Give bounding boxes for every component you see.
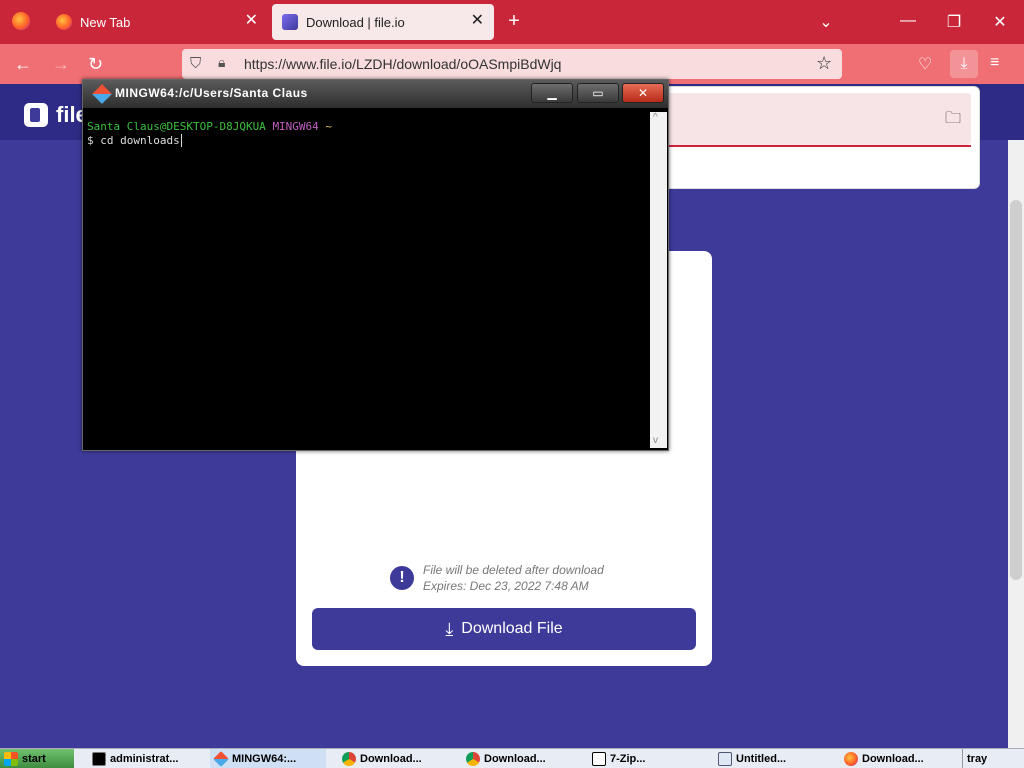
menu-icon[interactable]: ≡ [990,54,1010,74]
cmd-icon [92,752,106,766]
start-label: start [22,753,46,765]
firefox-icon [844,752,858,766]
downloads-icon[interactable]: ⤓ [950,50,978,78]
scroll-down-icon[interactable]: v [653,435,658,446]
terminal-command-line[interactable]: $ cd downloads [87,134,332,148]
forward-icon[interactable]: → [52,54,72,74]
close-tab-icon[interactable]: ✕ [471,12,484,30]
taskbar-item-firefox[interactable]: Download... [840,749,956,768]
firefox-icon[interactable] [12,12,30,30]
taskbar-item-chrome-2[interactable]: Download... [462,749,578,768]
git-bash-icon [213,751,229,767]
delete-notice: File will be deleted after download [423,563,604,577]
git-bash-icon [92,84,112,104]
reload-icon[interactable]: ↻ [88,54,108,74]
shield-icon[interactable]: ⛉ [190,55,201,72]
download-button-label: Download File [461,620,563,637]
chrome-icon [466,752,480,766]
exclamation-icon: ! [390,566,414,590]
restore-window-button[interactable]: ❐ [944,12,964,32]
text-cursor [180,134,182,147]
folder-icon[interactable]: 🗀 [945,107,961,134]
list-tabs-icon[interactable]: ⌄ [816,12,836,32]
windows-logo-icon [4,752,18,766]
download-file-button[interactable]: ⤓ Download File [312,608,696,650]
taskbar-item-label: 7-Zip... [610,753,646,765]
tab-strip: New Tab ✕ Download | file.io ✕ + ⌄ — ❐ ✕ [0,0,1024,44]
scroll-up-icon[interactable]: ^ [653,112,658,123]
fileio-icon [282,14,298,30]
url-bar[interactable]: ⛉ 🔒︎ https://www.file.io/LZDH/download/o… [182,49,842,79]
prompt-user: Santa Claus@DESKTOP-D8JQKUA [87,120,266,133]
terminal-titlebar[interactable]: MINGW64:/c/Users/Santa Claus ▁ ▭ ✕ [83,80,668,108]
taskbar-item-notepad[interactable]: Untitled... [714,749,830,768]
start-button[interactable]: start [0,749,74,768]
taskbar-item-label: Download... [360,753,422,765]
new-tab-button[interactable]: + [504,10,524,33]
taskbar-item-label: Untitled... [736,753,787,765]
taskbar-item-7zip[interactable]: 7-Zip... [588,749,704,768]
system-tray[interactable]: tray [962,749,1024,768]
fileio-logo-icon[interactable] [24,103,48,127]
terminal-title: MINGW64:/c/Users/Santa Claus [115,86,308,100]
tab-label: New Tab [80,14,131,30]
taskbar-item-label: administrat... [110,753,179,765]
back-icon[interactable]: ← [14,54,34,74]
terminal-scrollbar[interactable]: ^ v [650,112,667,448]
url-text: https://www.file.io/LZDH/download/oOASmp… [244,56,562,72]
expiry-notice: ! File will be deleted after download Ex… [390,562,604,594]
close-window-button[interactable]: ✕ [990,12,1010,32]
taskbar-item-label: MINGW64:... [232,753,297,765]
taskbar-item-chrome-1[interactable]: Download... [338,749,454,768]
divider [649,145,971,147]
terminal-minimize-button[interactable]: ▁ [531,83,573,103]
minimize-window-button[interactable]: — [898,12,918,30]
notepad-icon [718,752,732,766]
prompt-dir: ~ [325,120,333,133]
terminal-maximize-button[interactable]: ▭ [577,83,619,103]
taskbar-item-label: Download... [484,753,546,765]
taskbar: start administrat... MINGW64:... Downloa… [0,748,1024,768]
dropdown-item[interactable]: 🗀 [649,93,971,145]
bookmark-star-icon[interactable]: ☆ [816,53,832,74]
terminal-output[interactable]: Santa Claus@DESKTOP-D8JQKUA MINGW64 ~ $ … [87,120,332,148]
firefox-icon [56,14,72,30]
expiry-date: Expires: Dec 23, 2022 7:48 AM [423,579,589,593]
tray-label: tray [967,753,988,765]
terminal-command: $ cd downloads [87,134,180,147]
page-scrollbar-thumb[interactable] [1010,200,1022,580]
close-tab-icon[interactable]: ✕ [245,12,258,30]
dropdown-panel: 🗀 [640,86,980,189]
chrome-icon [342,752,356,766]
terminal-window[interactable]: MINGW64:/c/Users/Santa Claus ▁ ▭ ✕ Santa… [82,79,669,451]
taskbar-item-cmd[interactable]: administrat... [88,749,203,768]
prompt-env: MINGW64 [272,120,319,133]
tab-new-tab[interactable]: New Tab ✕ [46,4,268,40]
tab-label: Download | file.io [306,14,405,30]
pocket-icon[interactable]: ♡ [918,54,938,74]
terminal-prompt: Santa Claus@DESKTOP-D8JQKUA MINGW64 ~ [87,120,332,134]
taskbar-item-label: Download... [862,753,924,765]
tab-download[interactable]: Download | file.io ✕ [272,4,494,40]
taskbar-item-mingw64[interactable]: MINGW64:... [210,749,326,768]
7zip-icon [592,752,606,766]
lock-icon[interactable]: 🔒︎ [218,54,225,71]
terminal-close-button[interactable]: ✕ [622,83,664,103]
download-icon: ⤓ [445,618,454,639]
